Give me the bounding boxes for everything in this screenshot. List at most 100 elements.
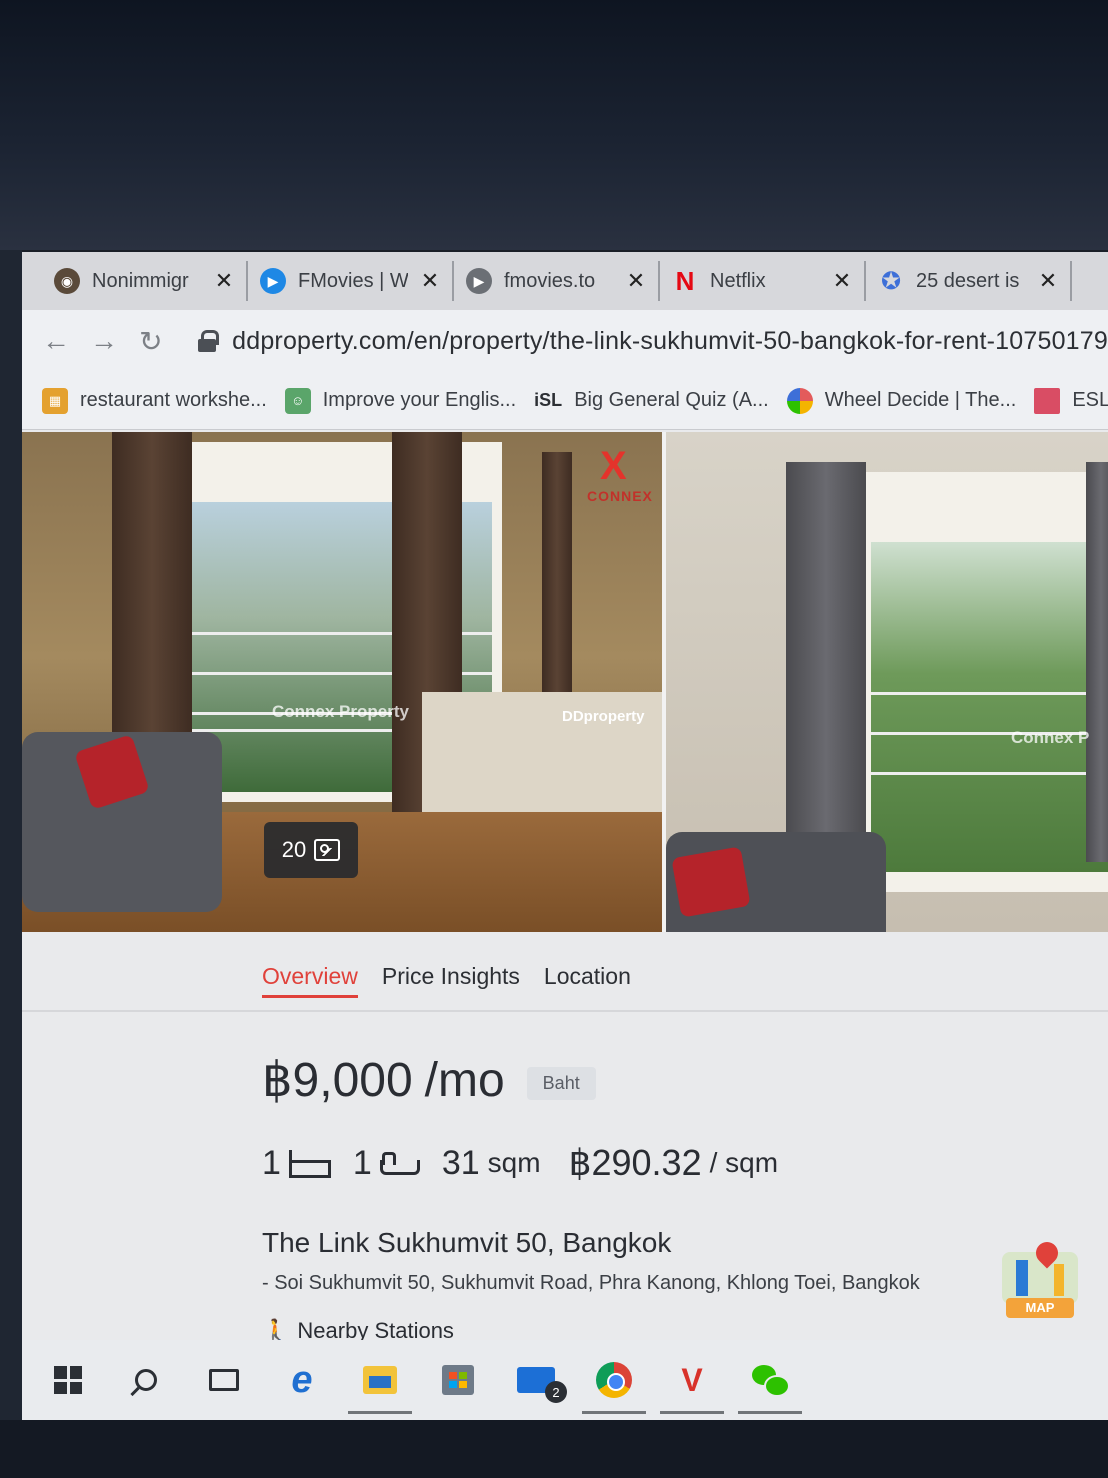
bookmark-label: Wheel Decide | The... <box>824 389 1017 411</box>
tab-location[interactable]: Location <box>544 951 631 1002</box>
listing-photo-secondary[interactable]: Connex P <box>666 432 1108 932</box>
watermark-connex: Connex P <box>1011 728 1090 747</box>
tab-price-insights[interactable]: Price Insights <box>382 951 520 1002</box>
netflix-icon: N <box>675 265 695 296</box>
bedroom-value: 1 <box>262 1143 281 1182</box>
chrome-button[interactable] <box>582 1360 646 1414</box>
store-icon <box>442 1365 474 1395</box>
edge-icon: e <box>291 1358 313 1401</box>
address-bar[interactable]: ddproperty.com/en/property/the-link-sukh… <box>232 327 1108 356</box>
reload-icon[interactable]: ↻ <box>138 325 164 358</box>
mail-button[interactable]: 2 <box>516 1360 567 1403</box>
browser-tab[interactable]: ▶ FMovies | W ✕ <box>248 261 454 301</box>
close-tab-icon[interactable]: ✕ <box>1038 268 1058 294</box>
listing-address: - Soi Sukhumvit 50, Sukhumvit Road, Phra… <box>262 1272 920 1294</box>
tab-title: Nonimmigr <box>92 269 189 292</box>
photo-gallery: X CONNEX Connex Property DDproperty 20 C… <box>22 432 1108 932</box>
connex-logo-icon: X <box>600 444 627 488</box>
photo-count: 20 <box>281 837 307 862</box>
bookmark-label: restaurant workshe... <box>80 389 267 411</box>
browser-tab[interactable]: ◉ Nonimmigr ✕ <box>42 261 248 301</box>
mail-badge: 2 <box>545 1381 567 1403</box>
size-value: 31 <box>441 1143 480 1182</box>
price-per-sqm: ฿290.32 / sqm <box>569 1142 778 1184</box>
task-view-button[interactable] <box>204 1360 244 1400</box>
close-tab-icon[interactable]: ✕ <box>626 268 646 294</box>
bookmark-item[interactable]: ▦ restaurant workshe... <box>42 387 267 414</box>
watermark-connex: Connex Property <box>272 702 409 721</box>
currency-tag: Baht <box>526 1067 596 1100</box>
floor-size: 31 sqm <box>442 1144 541 1183</box>
store-button[interactable] <box>438 1360 478 1400</box>
price-row: ฿9,000 /mo Baht <box>262 1052 596 1108</box>
photo-background-left <box>0 250 22 1420</box>
bathroom-count: 1 <box>352 1143 420 1183</box>
tab-title: FMovies | W <box>298 269 408 292</box>
map-button[interactable]: MAP <box>1002 1237 1078 1322</box>
grid-icon: ▦ <box>42 387 68 414</box>
folder-icon <box>363 1366 397 1394</box>
photo-background-top <box>0 0 1108 250</box>
bookmarks-bar: ▦ restaurant workshe... ☺ Improve your E… <box>22 372 1108 430</box>
edge-button[interactable]: e <box>282 1358 322 1401</box>
chrome-icon <box>596 1362 632 1398</box>
tab-title: 25 desert is <box>916 269 1020 292</box>
forward-arrow-icon[interactable]: → <box>90 325 118 357</box>
bookmark-label: Improve your Englis... <box>322 389 517 411</box>
star-icon: ✪ <box>880 267 902 295</box>
start-button[interactable] <box>48 1360 88 1400</box>
price-per-sqm-unit: / sqm <box>709 1147 779 1178</box>
file-explorer-button[interactable] <box>348 1360 412 1414</box>
tab-title: Netflix <box>710 269 766 292</box>
search-button[interactable] <box>126 1360 166 1400</box>
tab-overview[interactable]: Overview <box>262 951 358 1002</box>
app-v-button[interactable]: V <box>660 1360 724 1414</box>
bookmark-item[interactable]: ESLj <box>1034 387 1108 414</box>
lock-icon[interactable] <box>197 330 220 352</box>
v-app-icon: V <box>681 1361 703 1398</box>
wheel-icon <box>786 387 813 414</box>
wechat-icon <box>752 1365 790 1397</box>
bookmark-item[interactable]: Wheel Decide | The... <box>786 387 1017 414</box>
size-unit: sqm <box>487 1147 541 1178</box>
bookmark-label: ESLj <box>1072 389 1108 411</box>
photo-count-button[interactable]: 20 <box>264 822 358 878</box>
close-tab-icon[interactable]: ✕ <box>214 268 234 294</box>
windows-taskbar: e 2 V <box>22 1340 1108 1420</box>
browser-tab[interactable]: N Netflix ✕ <box>660 261 866 301</box>
seal-icon: ◉ <box>54 268 80 294</box>
bathroom-value: 1 <box>352 1143 372 1182</box>
bed-icon <box>288 1150 331 1178</box>
browser-toolbar: ← → ↻ ddproperty.com/en/property/the-lin… <box>22 310 1108 372</box>
isl-icon: iSL <box>534 390 563 410</box>
connex-logo-text: CONNEX <box>587 488 653 504</box>
browser-tab[interactable]: ✪ 25 desert is ✕ <box>866 261 1072 301</box>
play-icon: ▶ <box>466 268 492 294</box>
bookmark-label: Big General Quiz (A... <box>574 389 769 411</box>
price-per-sqm-value: ฿290.32 <box>568 1142 702 1183</box>
listing-photo-main[interactable]: X CONNEX Connex Property DDproperty 20 <box>22 432 662 932</box>
back-arrow-icon[interactable]: ← <box>42 325 70 357</box>
rent-period: /mo <box>424 1054 505 1107</box>
map-label: MAP <box>1006 1298 1074 1318</box>
photo-background-bottom <box>0 1420 1108 1478</box>
bookmark-item[interactable]: ☺ Improve your Englis... <box>284 387 517 414</box>
bookmark-item[interactable]: iSL Big General Quiz (A... <box>534 389 769 412</box>
monitor-screen: ◉ Nonimmigr ✕ ▶ FMovies | W ✕ ▶ fmovies.… <box>22 252 1108 1420</box>
play-icon: ▶ <box>260 268 286 294</box>
close-tab-icon[interactable]: ✕ <box>832 268 852 294</box>
wechat-button[interactable] <box>738 1360 802 1414</box>
listing-title: The Link Sukhumvit 50, Bangkok <box>262 1227 672 1258</box>
listing-tabs: Overview Price Insights Location <box>22 942 1108 1012</box>
browser-tab-bar: ◉ Nonimmigr ✕ ▶ FMovies | W ✕ ▶ fmovies.… <box>22 252 1108 310</box>
tab-title: fmovies.to <box>504 269 596 292</box>
people-icon: ☺ <box>284 387 311 414</box>
close-tab-icon[interactable]: ✕ <box>420 268 440 294</box>
flag-icon <box>1034 387 1061 414</box>
windows-icon <box>54 1366 82 1394</box>
bedroom-count: 1 <box>262 1143 331 1183</box>
task-view-icon <box>209 1369 239 1391</box>
specs-row: 1 1 31 sqm ฿290.32 / sqm <box>262 1142 778 1184</box>
search-icon <box>135 1369 157 1391</box>
browser-tab[interactable]: ▶ fmovies.to ✕ <box>454 261 660 301</box>
